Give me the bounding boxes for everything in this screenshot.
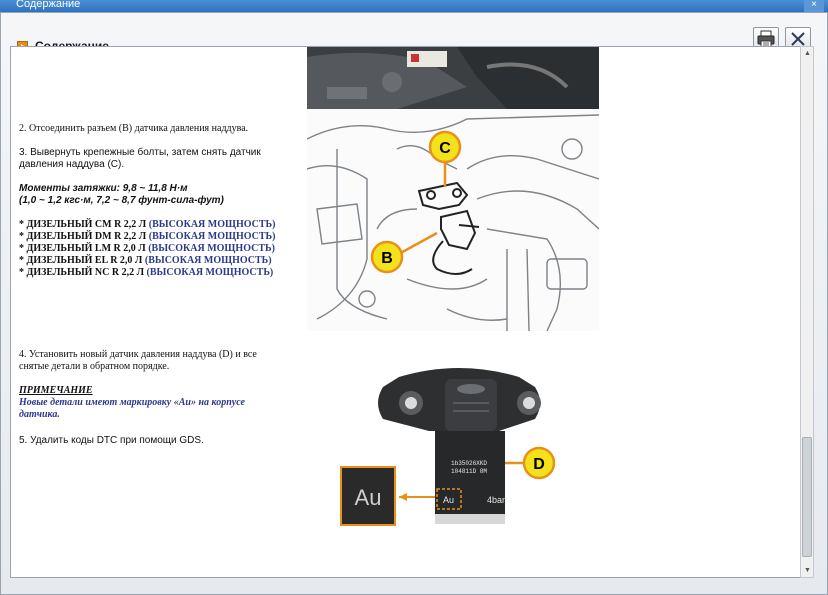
engine-item: * ДИЗЕЛЬНЫЙ EL R 2,0 Л (ВЫСОКАЯ МОЩНОСТЬ… xyxy=(19,255,272,266)
torque-line1: Моменты затяжки: 9,8 ~ 11,8 Н·м xyxy=(19,183,188,194)
vertical-scrollbar[interactable]: ▲ ▼ xyxy=(800,46,814,578)
step-5: 5. Удалить коды DTC при помощи GDS. xyxy=(19,435,204,446)
engine-item: * ДИЗЕЛЬНЫЙ CM R 2,2 Л (ВЫСОКАЯ МОЩНОСТЬ… xyxy=(19,219,276,230)
engine-bay-photo xyxy=(307,47,599,109)
au-small-label: Au xyxy=(443,495,454,505)
note-line1: Новые детали имеют маркировку «Au» на ко… xyxy=(19,397,245,408)
step-3-line2: давления наддува (С). xyxy=(19,159,125,170)
step-4-line1: 4. Установить новый датчик давления надд… xyxy=(19,349,257,360)
bar-label: 4bar xyxy=(487,495,505,505)
engine-item: * ДИЗЕЛЬНЫЙ LM R 2,0 Л (ВЫСОКАЯ МОЩНОСТЬ… xyxy=(19,243,275,254)
callout-b-label: B xyxy=(381,250,393,267)
callout-d-label: D xyxy=(533,456,545,473)
step-4-line2: снятые детали в обратном порядке. xyxy=(19,361,170,372)
engine-item: * ДИЗЕЛЬНЫЙ DM R 2,2 Л (ВЫСОКАЯ МОЩНОСТЬ… xyxy=(19,231,276,242)
callout-c-label: C xyxy=(439,140,451,157)
engine-item: * ДИЗЕЛЬНЫЙ NC R 2,2 Л (ВЫСОКАЯ МОЩНОСТЬ… xyxy=(19,267,274,278)
au-zoom-label: Au xyxy=(355,485,382,510)
scroll-down-arrow-icon[interactable]: ▼ xyxy=(803,566,812,575)
torque-line2: (1,0 ~ 1,2 кгс·м, 7,2 ~ 8,7 фунт-сила-фу… xyxy=(19,195,224,206)
sensor-photo: 1b35026XKD 104811D 8M Au 4bar Au D xyxy=(339,359,579,529)
sensor-code-1: 1b35026XKD xyxy=(451,460,487,467)
document-content: C B 1b35026XKD 104811D 8M Au 4bar Au D 2… xyxy=(10,46,811,578)
note-title: ПРИМЕЧАНИЕ xyxy=(19,385,93,396)
sensor-code-2: 104811D 8M xyxy=(451,468,487,475)
scroll-up-arrow-icon[interactable]: ▲ xyxy=(803,49,812,58)
window-titlebar: Содержание × xyxy=(0,0,828,12)
window-title: Содержание xyxy=(16,0,81,10)
step-3-line1: 3. Вывернуть крепежные болты, затем снят… xyxy=(19,147,261,158)
window-close-button[interactable]: × xyxy=(804,0,824,12)
sensor-location-diagram: C B xyxy=(307,109,599,331)
step-2: 2. Отсоединить разъем (В) датчика давлен… xyxy=(19,123,249,134)
scroll-thumb[interactable] xyxy=(802,437,812,557)
note-line2: датчика. xyxy=(19,409,60,420)
